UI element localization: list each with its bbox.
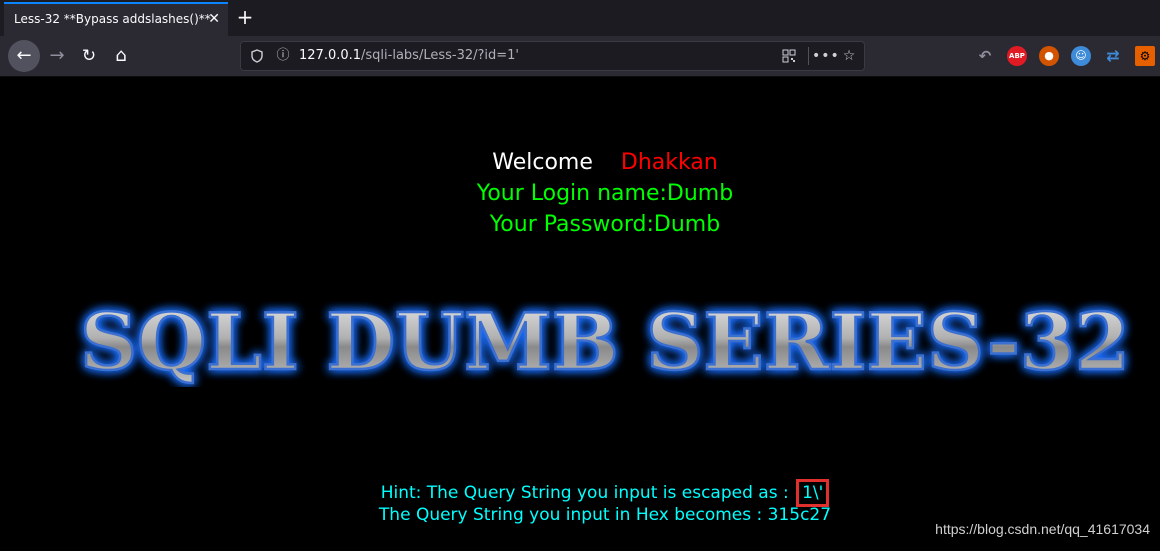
forward-arrow-icon[interactable]: → (42, 41, 72, 71)
url-separator (808, 47, 809, 65)
url-bar[interactable]: ⓘ 127.0.0.1/sqli-labs/Less-32/?id=1' •••… (240, 41, 865, 71)
url-host: 127.0.0.1 (299, 48, 362, 63)
info-icon[interactable]: ⓘ (273, 42, 293, 70)
home-icon[interactable]: ⌂ (106, 41, 136, 71)
qr-code-icon[interactable] (778, 42, 800, 70)
nav-bar: ← → ↻ ⌂ ⓘ 127.0.0.1/sqli-labs/Less-32/?i… (0, 36, 1160, 77)
shield-icon[interactable] (247, 42, 267, 70)
close-icon[interactable]: ✕ (208, 4, 220, 35)
tab-bar: Less-32 **Bypass addslashes()** ✕ + (0, 0, 1160, 36)
login-name-text: Your Login name:Dumb (476, 181, 734, 206)
undo-icon[interactable]: ↶ (975, 46, 995, 66)
face-icon[interactable]: ☺ (1071, 46, 1091, 66)
password-text: Your Password:Dumb (489, 212, 721, 237)
firefox-icon[interactable]: ● (1039, 46, 1059, 66)
welcome-line: Welcome Dhakkan (0, 147, 1160, 178)
welcome-text: Welcome (492, 150, 593, 175)
star-icon[interactable]: ☆ (838, 42, 860, 70)
watermark: https://blog.csdn.net/qq_41617034 (935, 521, 1150, 537)
banner-title: SQLI DUMB SERIES-32 (80, 297, 1130, 387)
tab-title: Less-32 **Bypass addslashes()** (14, 12, 211, 26)
sync-icon[interactable]: ⇄ (1103, 46, 1123, 66)
adblock-icon[interactable]: ABP (1007, 46, 1027, 66)
hint-escaped-prefix: Hint: The Query String you input is esca… (380, 483, 795, 503)
reload-icon[interactable]: ↻ (74, 41, 104, 71)
tab-active[interactable]: Less-32 **Bypass addslashes()** ✕ (4, 2, 228, 36)
new-tab-button[interactable]: + (234, 4, 256, 30)
hackbar-icon[interactable]: ⚙ (1135, 46, 1155, 66)
page-content: Welcome Dhakkan Your Login name:Dumb Your… (0, 77, 1160, 551)
back-arrow-icon[interactable]: ← (8, 40, 40, 72)
url-text[interactable]: 127.0.0.1/sqli-labs/Less-32/?id=1' (299, 42, 519, 70)
banner-image: SQLI DUMB SERIES-32 (70, 297, 1140, 387)
more-icon[interactable]: ••• (812, 42, 839, 70)
welcome-name: Dhakkan (620, 150, 718, 175)
url-path: /sqli-labs/Less-32/?id=1' (361, 48, 520, 63)
